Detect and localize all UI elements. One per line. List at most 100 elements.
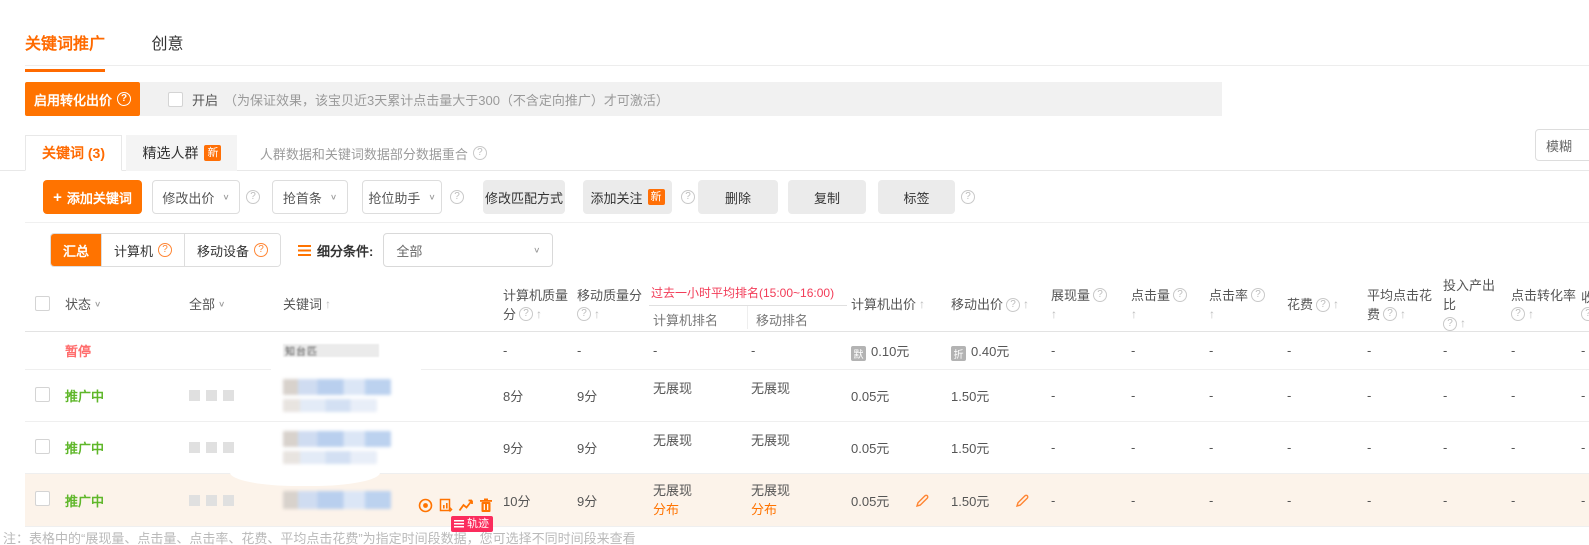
- edit-pencil-icon[interactable]: [915, 494, 929, 508]
- segment-mobile[interactable]: 移动设备 ?: [184, 234, 280, 266]
- help-icon[interactable]: ?: [519, 307, 533, 321]
- filter-select[interactable]: 全部 ∨: [383, 233, 553, 267]
- grab-top-dropdown[interactable]: 抢首条 ∨: [272, 180, 348, 214]
- help-icon[interactable]: ?: [1173, 288, 1187, 302]
- header-roi-label: 投入产出比: [1443, 276, 1507, 314]
- help-icon[interactable]: ?: [450, 190, 464, 204]
- header-checkbox-cell: [25, 296, 61, 314]
- header-comp-bid[interactable]: 计算机出价 ↑: [847, 295, 947, 314]
- segment-computer[interactable]: 计算机 ?: [101, 234, 184, 266]
- comp-bid-value: 0.05元: [851, 494, 889, 509]
- target-icon[interactable]: [418, 498, 433, 513]
- cell-last: -: [1577, 440, 1589, 455]
- header-keyword[interactable]: 关键词 ↑: [271, 295, 499, 314]
- header-comp-quality-l2: 分: [503, 305, 516, 324]
- help-icon[interactable]: ?: [1581, 307, 1589, 321]
- help-icon[interactable]: ?: [473, 146, 487, 160]
- header-partial-last[interactable]: 收 ?: [1577, 288, 1589, 321]
- tag-button[interactable]: 标签: [878, 180, 955, 214]
- help-icon[interactable]: ?: [1093, 288, 1107, 302]
- cell-mobile-bid: 1.50元: [947, 438, 1047, 457]
- edit-pencil-icon[interactable]: [1015, 494, 1029, 508]
- conversion-hint: （为保证效果，该宝贝近3天累计点击量大于300（不含定向推广）才可激活）: [224, 90, 669, 109]
- delete-button[interactable]: 删除: [698, 180, 778, 214]
- overlap-note: 人群数据和关键词数据部分数据重合 ?: [260, 135, 487, 171]
- help-icon[interactable]: ?: [158, 243, 172, 257]
- tab-audience[interactable]: 精选人群 新: [126, 135, 237, 171]
- fuzzy-search-button[interactable]: 模糊: [1535, 129, 1589, 161]
- help-icon[interactable]: ?: [681, 190, 695, 204]
- chevron-down-icon: ∨: [533, 246, 540, 255]
- header-mobile-quality[interactable]: 移动质量分 ? ↑: [573, 286, 649, 324]
- header-comp-rank[interactable]: 计算机排名: [649, 306, 747, 329]
- add-keyword-button[interactable]: + 添加关键词: [43, 180, 142, 214]
- header-partial-last-label: 收: [1581, 288, 1589, 307]
- help-icon[interactable]: ?: [1316, 298, 1330, 312]
- help-icon[interactable]: ?: [117, 92, 131, 106]
- row-checkbox[interactable]: [35, 439, 50, 454]
- help-icon[interactable]: ?: [1251, 288, 1265, 302]
- help-icon[interactable]: ?: [1511, 307, 1525, 321]
- cell-roi: -: [1439, 440, 1507, 455]
- help-icon[interactable]: ?: [1443, 317, 1457, 331]
- conversion-banner: 开启 （为保证效果，该宝贝近3天累计点击量大于300（不含定向推广）才可激活）: [140, 82, 1222, 116]
- tab-keywords[interactable]: 关键词 (3): [25, 135, 122, 171]
- cell-mobile-rank: 无展现 分布: [747, 481, 847, 519]
- track-badge[interactable]: 轨迹: [451, 516, 493, 532]
- row-checkbox[interactable]: [35, 491, 50, 506]
- header-tag-label: 全部: [189, 295, 215, 314]
- tab-creative[interactable]: 创意: [151, 30, 183, 54]
- cell-avg-cost: -: [1363, 343, 1439, 358]
- header-ctr[interactable]: 点击率 ? ↑: [1205, 286, 1283, 324]
- header-comp-quality[interactable]: 计算机质量 分 ? ↑: [499, 286, 573, 324]
- copy-button[interactable]: 复制: [788, 180, 866, 214]
- header-avg-cost[interactable]: 平均点击花 费 ? ↑: [1363, 286, 1439, 324]
- select-all-checkbox[interactable]: [35, 296, 50, 311]
- rank-distribution-link[interactable]: 分布: [653, 500, 747, 519]
- enable-conversion-bid-button[interactable]: 启用转化出价 ?: [25, 82, 140, 116]
- grab-top-label: 抢首条: [283, 188, 322, 207]
- conversion-open-checkbox[interactable]: [168, 92, 183, 107]
- tab-keyword-promotion[interactable]: 关键词推广: [25, 30, 105, 72]
- header-cvr[interactable]: 点击转化率 ? ↑: [1507, 286, 1577, 324]
- section-divider: [25, 222, 1589, 223]
- rank-distribution-link[interactable]: 分布: [751, 500, 847, 519]
- cell-clicks: -: [1127, 388, 1205, 403]
- header-ctr-label: 点击率: [1209, 286, 1248, 305]
- new-badge: 新: [204, 145, 221, 161]
- help-icon[interactable]: ?: [577, 307, 591, 321]
- cell-last: -: [1577, 343, 1589, 358]
- header-impressions[interactable]: 展现量 ? ↑: [1047, 286, 1127, 324]
- grab-assistant-dropdown[interactable]: 抢位助手 ∨: [362, 180, 442, 214]
- header-roi[interactable]: 投入产出比 ? ↑: [1439, 276, 1507, 333]
- new-badge: 新: [648, 189, 665, 205]
- help-icon[interactable]: ?: [254, 243, 268, 257]
- header-cost[interactable]: 花费 ? ↑: [1283, 295, 1363, 314]
- header-clicks[interactable]: 点击量 ? ↑: [1127, 286, 1205, 324]
- cell-impressions: -: [1047, 343, 1127, 358]
- cell-mobile-rank: 无展现: [747, 370, 847, 397]
- header-tag[interactable]: 全部 ∨: [149, 295, 271, 314]
- add-follow-button[interactable]: 添加关注 新: [583, 180, 672, 214]
- help-icon[interactable]: ?: [246, 190, 260, 204]
- trash-icon[interactable]: [479, 498, 493, 513]
- header-mobile-rank[interactable]: 移动排名: [747, 306, 847, 329]
- modify-bid-dropdown[interactable]: 修改出价 ∨: [152, 180, 240, 214]
- cell-keyword: [271, 379, 499, 412]
- row-checkbox[interactable]: [35, 387, 50, 402]
- comp-rank-value: 无展现: [653, 481, 747, 500]
- header-keyword-label: 关键词: [283, 295, 322, 314]
- help-icon[interactable]: ?: [961, 190, 975, 204]
- modify-match-button[interactable]: 修改匹配方式: [483, 180, 565, 214]
- header-status[interactable]: 状态 ∨: [61, 295, 149, 314]
- help-icon[interactable]: ?: [1383, 307, 1397, 321]
- trend-chart-icon[interactable]: [458, 498, 474, 513]
- segment-summary[interactable]: 汇总: [51, 234, 101, 266]
- report-doc-icon[interactable]: [438, 498, 453, 513]
- status-badge: 推广中: [65, 389, 104, 404]
- help-icon[interactable]: ?: [1006, 298, 1020, 312]
- chevron-down-icon: ∨: [428, 193, 435, 202]
- cell-ctr: -: [1205, 440, 1283, 455]
- sort-up-icon: ↑: [1400, 305, 1406, 324]
- header-mobile-bid[interactable]: 移动出价 ? ↑: [947, 295, 1047, 314]
